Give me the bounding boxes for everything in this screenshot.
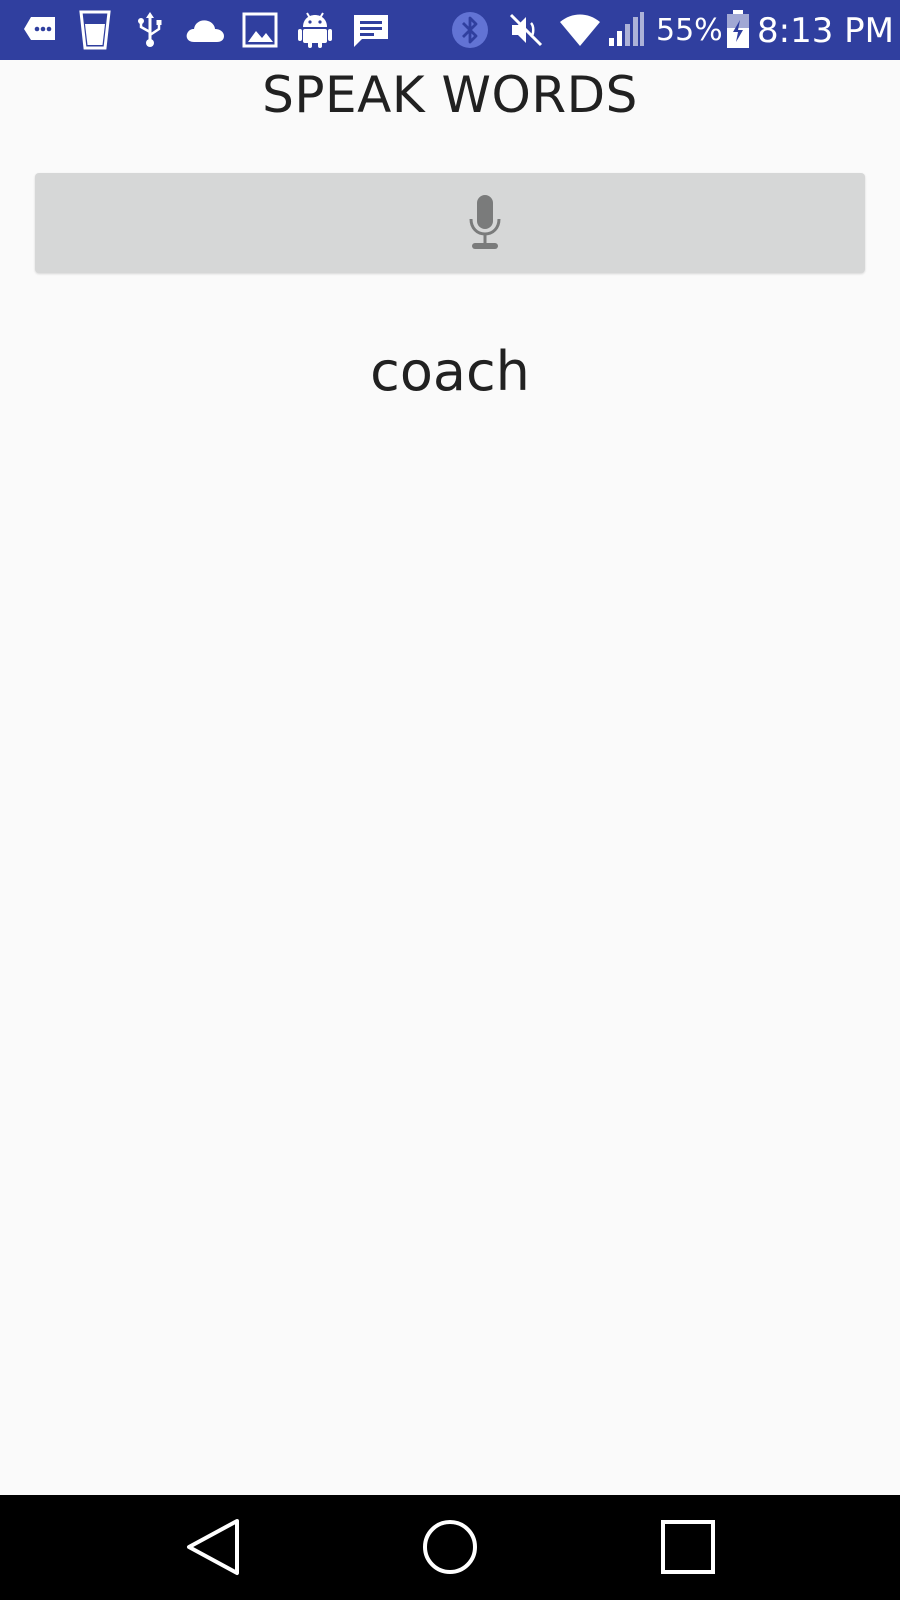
cup-icon	[79, 10, 111, 50]
recents-button[interactable]	[628, 1495, 748, 1600]
clock: 8:13 PM	[757, 11, 894, 51]
more-messages-icon	[24, 17, 55, 40]
spoken-word: coach	[370, 340, 530, 403]
recents-icon	[661, 1520, 715, 1574]
mute-icon	[509, 13, 543, 47]
screen: 55% 8:13 PM SPEAK WORDS coach	[0, 0, 900, 1600]
microphone-icon	[469, 195, 501, 249]
microphone-button[interactable]	[35, 173, 865, 273]
wifi-icon	[560, 14, 600, 46]
status-bar: 55% 8:13 PM	[0, 0, 900, 60]
usb-icon	[138, 12, 162, 47]
page-title: SPEAK WORDS	[262, 66, 638, 124]
navigation-bar	[0, 1495, 900, 1600]
image-icon	[242, 12, 278, 48]
back-icon	[187, 1519, 239, 1575]
cloud-icon	[186, 20, 224, 42]
home-icon	[423, 1520, 477, 1574]
battery-percent: 55%	[656, 13, 723, 48]
back-button[interactable]	[153, 1495, 273, 1600]
chat-icon	[354, 15, 388, 47]
battery-charging-icon	[727, 10, 749, 48]
android-icon	[298, 12, 332, 48]
home-button[interactable]	[390, 1495, 510, 1600]
signal-icon	[609, 12, 644, 46]
bluetooth-icon	[452, 12, 488, 48]
